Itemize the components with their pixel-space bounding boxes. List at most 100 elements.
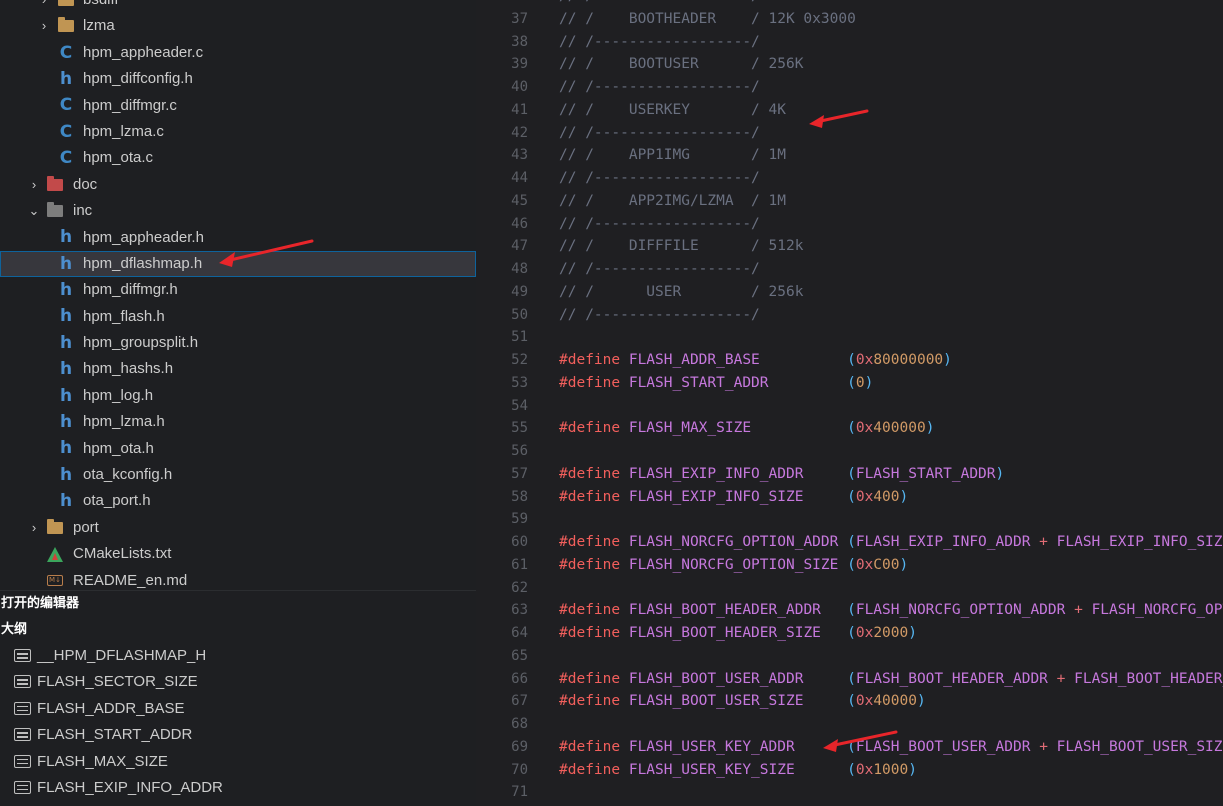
code-text: #define FLASH_BOOT_USER_ADDR (FLASH_BOOT… [559,668,1223,691]
code-line[interactable]: 38 // /------------------/ [476,31,1223,54]
code-token: ) [943,352,952,368]
code-line[interactable]: 66 #define FLASH_BOOT_USER_ADDR (FLASH_BO… [476,668,1223,691]
chevron-right-icon[interactable]: › [37,13,51,39]
explorer-item[interactable]: Chpm_appheader.c [0,40,476,66]
code-line[interactable]: 46 // /------------------/ [476,213,1223,236]
code-token: 0x [855,761,874,778]
code-line[interactable]: 56 [476,440,1223,463]
explorer-item[interactable]: Chpm_ota.c [0,145,476,171]
code-line[interactable]: 52 #define FLASH_ADDR_BASE (0x80000000) [476,349,1223,372]
code-line[interactable]: 40 // /------------------/ [476,76,1223,99]
code-text: // / APP1IMG / 1M [559,144,786,167]
code-text: // / DIFFFILE / 512k [559,235,803,258]
code-line[interactable]: 60 #define FLASH_NORCFG_OPTION_ADDR (FLAS… [476,531,1223,554]
outline-item[interactable]: __HPM_DFLASHMAP_H [0,643,476,669]
explorer-item[interactable]: Chpm_lzma.c [0,119,476,145]
outline-item[interactable]: FLASH_START_ADDR [0,722,476,748]
code-line[interactable]: 43 // / APP1IMG / 1M [476,144,1223,167]
code-line[interactable]: 70 #define FLASH_USER_KEY_SIZE (0x1000) [476,759,1223,782]
explorer-item-label: lzma [83,17,115,35]
code-line[interactable]: 58 #define FLASH_EXIP_INFO_SIZE (0x400) [476,486,1223,509]
code-line[interactable]: 49 // / USER / 256k [476,281,1223,304]
outline-item[interactable]: FLASH_EXIP_INFO_ADDR [0,775,476,801]
code-token: ( [847,488,856,505]
h-file-icon: h [59,359,73,380]
code-line[interactable]: 71 [476,781,1223,804]
explorer-item[interactable]: › lzma [0,13,476,39]
outline-item[interactable]: FLASH_MAX_SIZE [0,749,476,775]
code-line[interactable]: 57 #define FLASH_EXIP_INFO_ADDR (FLASH_ST… [476,463,1223,486]
code-token: ( [847,693,856,710]
chevron-right-icon[interactable]: › [27,172,41,198]
code-token: 0 [855,374,865,391]
explorer-item[interactable]: h hpm_log.h [0,383,476,409]
line-number: 43 [511,147,528,164]
code-line[interactable]: 39 // / BOOTUSER / 256K [476,53,1223,76]
code-line[interactable]: 48 // /------------------/ [476,258,1223,281]
line-number: 42 [511,124,528,141]
code-line[interactable]: 47 // / DIFFFILE / 512k [476,235,1223,258]
code-text: #define FLASH_NORCFG_OPTION_SIZE (0xC00) [559,554,908,577]
code-line[interactable]: 37 // / BOOTHEADER / 12K 0x3000 [476,8,1223,31]
outline-item[interactable]: FLASH_SECTOR_SIZE [0,669,476,695]
explorer-item[interactable]: h hpm_diffmgr.h [0,277,476,303]
chevron-right-icon[interactable]: › [27,515,41,541]
code-line[interactable]: 45 // / APP2IMG/LZMA / 1M [476,190,1223,213]
code-editor[interactable]: 36 // / ---------------- / 37 // / BOOTHEAD… [476,0,1223,806]
outline-section-header[interactable]: 大纲 [0,617,476,643]
chevron-down-icon[interactable]: ⌄ [27,198,41,224]
code-text: #define FLASH_BOOT_HEADER_ADDR (FLASH_NO… [559,599,1223,622]
code-line[interactable]: 61 #define FLASH_NORCFG_OPTION_SIZE (0xC0… [476,554,1223,577]
code-line[interactable]: 44 // /------------------/ [476,167,1223,190]
explorer-item[interactable]: ⌄ inc [0,198,476,224]
code-line[interactable]: 67 #define FLASH_BOOT_USER_SIZE (0x40000) [476,690,1223,713]
code-line[interactable]: 59 [476,508,1223,531]
code-line[interactable]: 51 [476,326,1223,349]
line-number: 48 [511,261,528,277]
code-line[interactable]: 53 #define FLASH_START_ADDR (0) [476,372,1223,395]
explorer-item[interactable]: h hpm_groupsplit.h [0,330,476,356]
code-line[interactable]: 64 #define FLASH_BOOT_HEADER_SIZE (0x2000… [476,622,1223,645]
code-line[interactable]: 41 // / USERKEY / 4K [476,99,1223,122]
code-line[interactable]: 36 // / ---------------- / [476,0,1223,8]
explorer-item[interactable]: Chpm_diffmgr.c [0,93,476,119]
code-line[interactable]: 68 [476,713,1223,736]
explorer-item[interactable]: › doc [0,172,476,198]
outline-item[interactable]: FLASH_ADDR_BASE [0,696,476,722]
explorer-item[interactable]: h hpm_dflashmap.h [0,250,476,278]
explorer-item[interactable]: › port [0,515,476,541]
code-line[interactable]: 50 // /------------------/ [476,304,1223,327]
code-line[interactable]: 65 [476,645,1223,668]
explorer-item[interactable]: h hpm_appheader.h [0,225,476,251]
explorer-item[interactable]: h hpm_lzma.h [0,409,476,435]
code-line[interactable]: 54 [476,395,1223,418]
explorer-item[interactable]: h hpm_hashs.h [0,356,476,382]
explorer-item[interactable]: h hpm_ota.h [0,436,476,462]
code-line[interactable]: 55 #define FLASH_MAX_SIZE (0x400000) [476,417,1223,440]
explorer-item[interactable]: h ota_kconfig.h [0,462,476,488]
explorer-item[interactable]: h ota_port.h [0,488,476,514]
code-line[interactable]: 62 [476,577,1223,600]
outline-item-label: __HPM_DFLASHMAP_H [37,647,207,664]
code-token: ( [847,625,856,641]
explorer-item-label: hpm_groupsplit.h [83,334,199,352]
explorer-item[interactable]: h hpm_flash.h [0,304,476,330]
code-token: FLASH_NORCFG_OPTION_SIZE [628,556,839,573]
code-line[interactable]: 63 #define FLASH_BOOT_HEADER_ADDR (FLASH_… [476,599,1223,622]
code-token: #define [559,625,621,641]
line-number: 65 [511,647,528,664]
line-number: 60 [511,534,528,550]
open-editors-section-header[interactable]: 打开的编辑器 [0,590,476,616]
code-token: #define [559,534,621,550]
chevron-right-icon[interactable]: › [37,0,51,13]
explorer-item[interactable]: CMakeLists.txt [0,541,476,567]
constant-symbol-icon [14,675,31,689]
code-line[interactable]: 42 // /------------------/ [476,122,1223,145]
explorer-item[interactable]: › bsdiff [0,0,476,13]
code-line[interactable]: 69 #define FLASH_USER_KEY_ADDR (FLASH_BOO… [476,736,1223,759]
explorer-item[interactable]: h hpm_diffconfig.h [0,66,476,92]
code-token: // /------------------/ [559,33,760,50]
